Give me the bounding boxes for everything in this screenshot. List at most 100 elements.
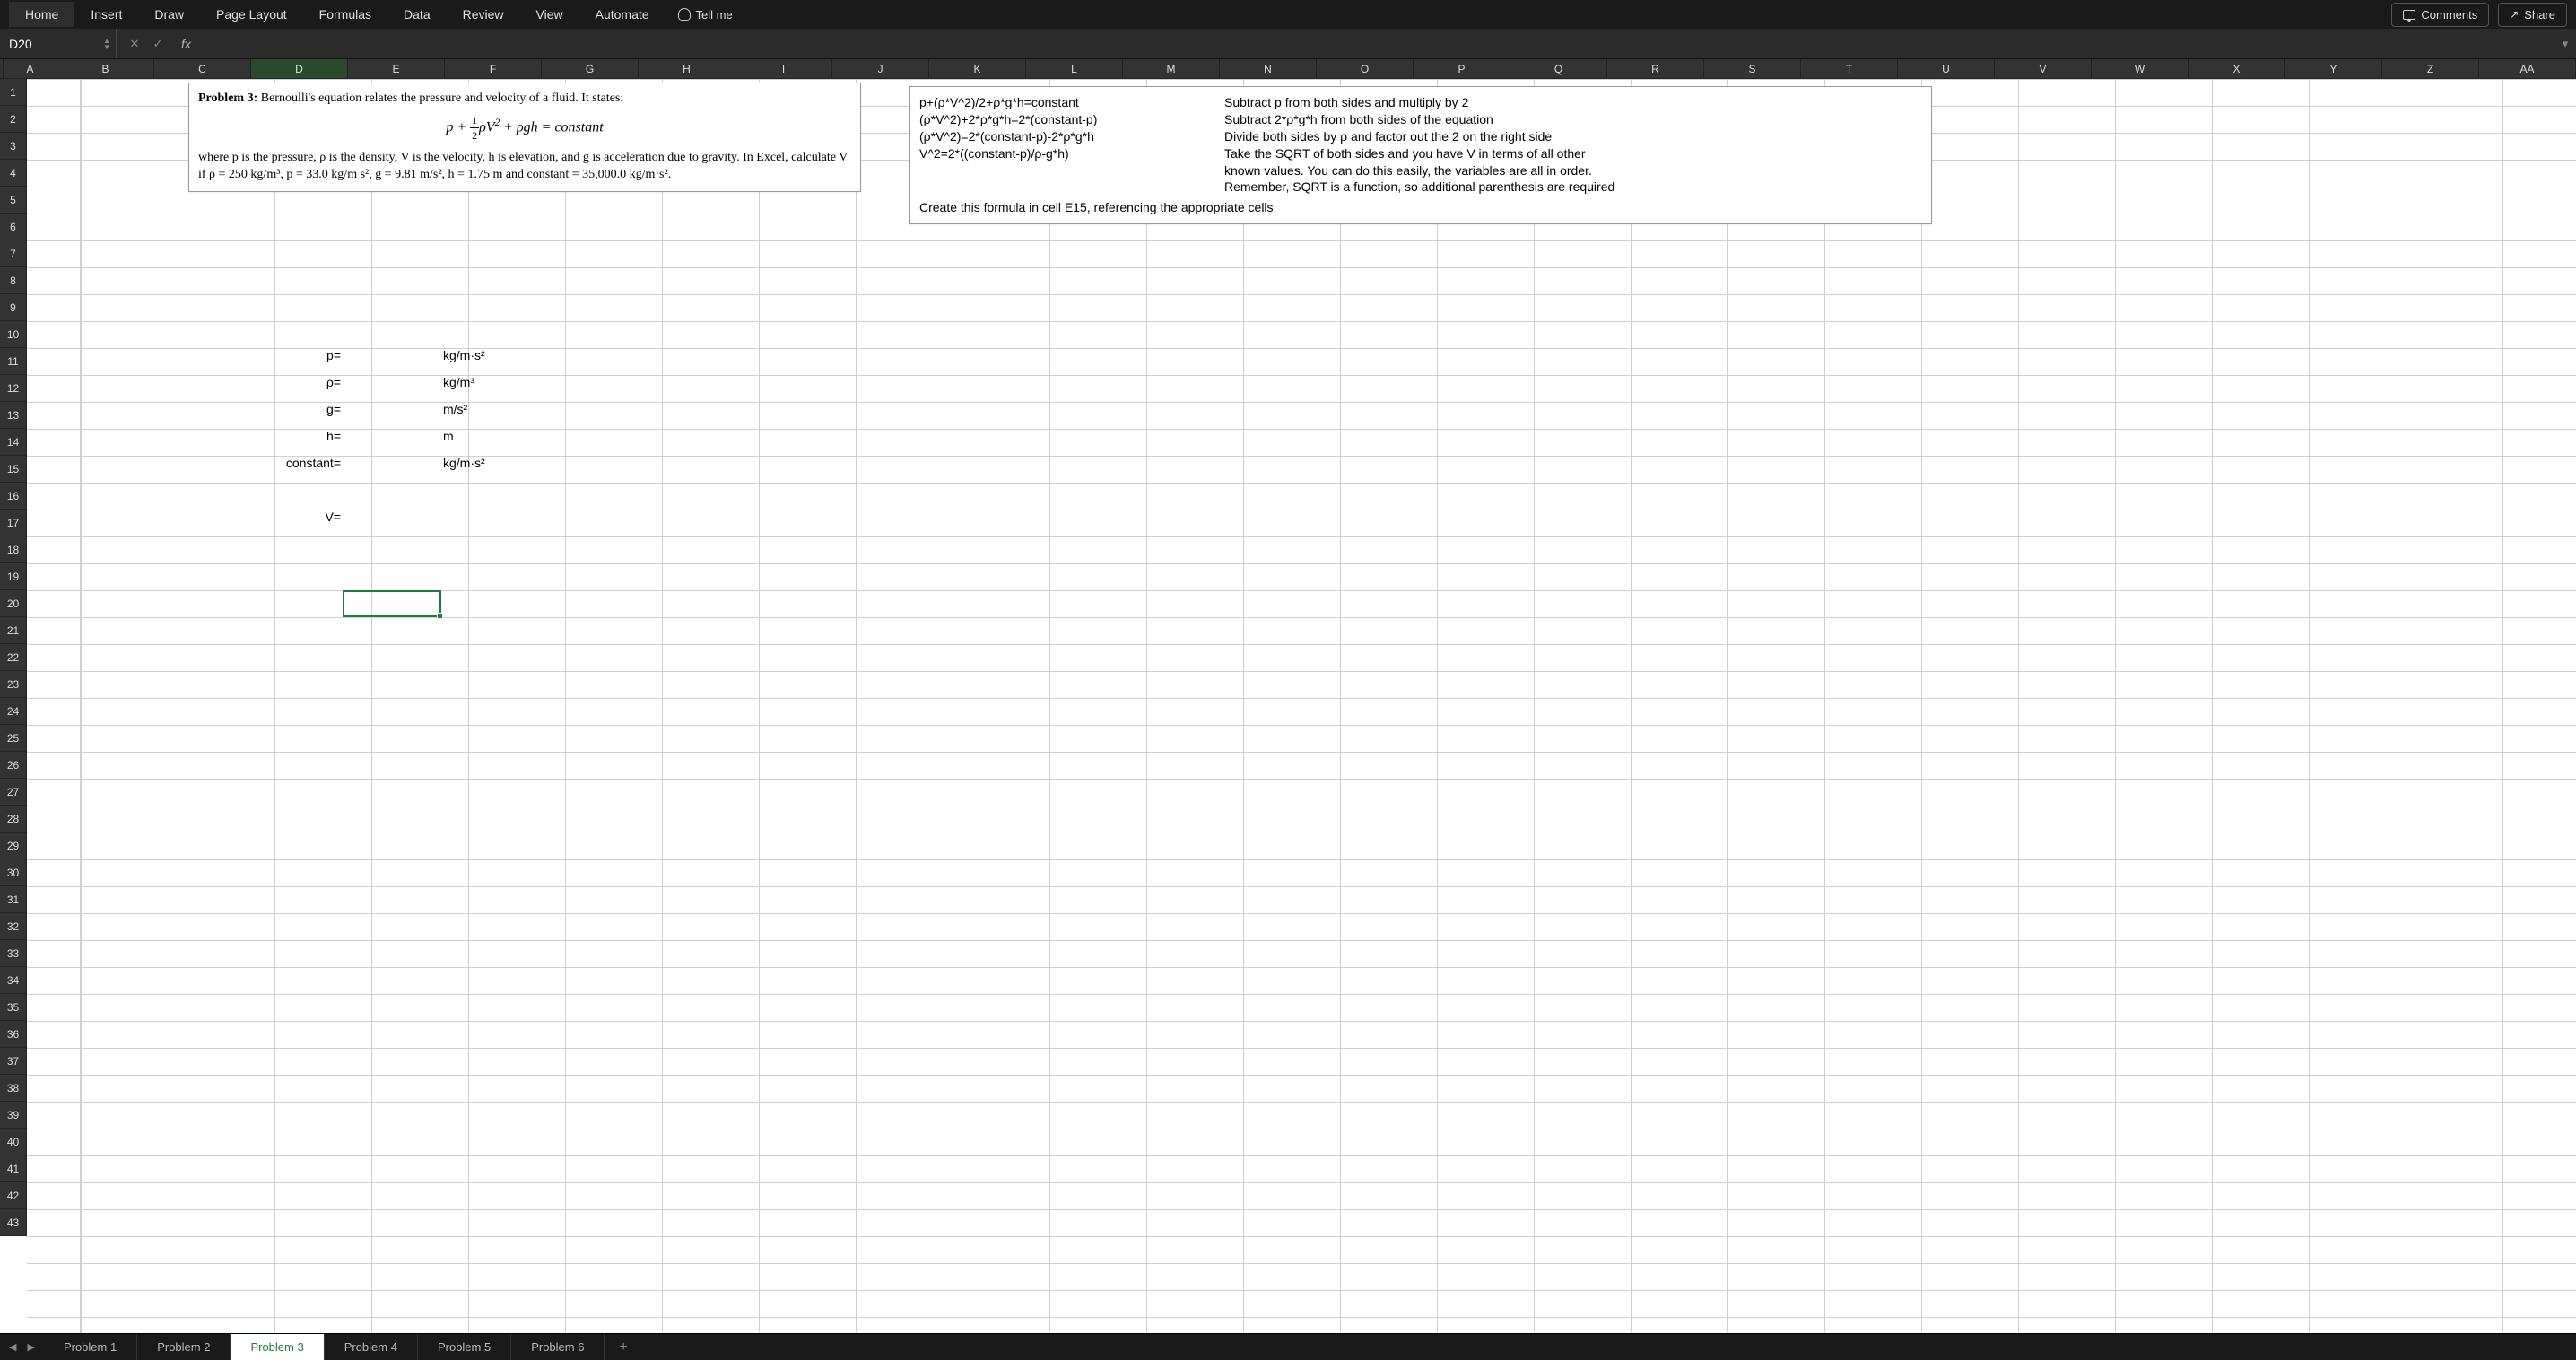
col-header-W[interactable]: W — [2092, 59, 2189, 78]
col-header-J[interactable]: J — [832, 59, 929, 78]
row-header-9[interactable]: 9 — [0, 294, 27, 321]
ribbon-tab-insert[interactable]: Insert — [74, 2, 138, 27]
col-header-S[interactable]: S — [1704, 59, 1801, 78]
comments-button[interactable]: Comments — [2391, 3, 2489, 27]
row-header-1[interactable]: 1 — [0, 79, 27, 106]
row-header-12[interactable]: 12 — [0, 375, 27, 402]
col-header-I[interactable]: I — [735, 59, 832, 78]
row-header-3[interactable]: 3 — [0, 133, 27, 160]
col-header-T[interactable]: T — [1801, 59, 1898, 78]
row-header-16[interactable]: 16 — [0, 483, 27, 510]
row-header-25[interactable]: 25 — [0, 725, 27, 752]
tab-nav-prev-icon[interactable]: ◀ — [9, 1341, 16, 1353]
row-header-8[interactable]: 8 — [0, 267, 27, 294]
row-header-40[interactable]: 40 — [0, 1129, 27, 1155]
ribbon-tab-automate[interactable]: Automate — [579, 2, 666, 27]
col-header-R[interactable]: R — [1607, 59, 1704, 78]
col-header-F[interactable]: F — [445, 59, 542, 78]
col-header-N[interactable]: N — [1220, 59, 1317, 78]
row-header-11[interactable]: 11 — [0, 348, 27, 375]
row-header-13[interactable]: 13 — [0, 402, 27, 429]
row-header-17[interactable]: 17 — [0, 510, 27, 536]
col-header-V[interactable]: V — [1995, 59, 2092, 78]
cancel-icon[interactable]: ✕ — [127, 37, 142, 51]
col-header-G[interactable]: G — [542, 59, 639, 78]
confirm-icon[interactable]: ✓ — [151, 37, 165, 51]
row-header-7[interactable]: 7 — [0, 240, 27, 267]
row-header-24[interactable]: 24 — [0, 698, 27, 725]
col-header-E[interactable]: E — [348, 59, 445, 78]
fx-label[interactable]: fx — [176, 37, 196, 51]
row-header-28[interactable]: 28 — [0, 806, 27, 833]
col-header-Q[interactable]: Q — [1510, 59, 1607, 78]
row-header-21[interactable]: 21 — [0, 617, 27, 644]
formula-bar-expand-icon[interactable]: ▾ — [2554, 37, 2576, 51]
cells-area[interactable]: Problem 3: Bernoulli's equation relates … — [27, 79, 2576, 1333]
col-header-L[interactable]: L — [1026, 59, 1123, 78]
row-header-36[interactable]: 36 — [0, 1021, 27, 1048]
col-header-H[interactable]: H — [639, 59, 735, 78]
name-box[interactable]: D20 ▲▼ — [0, 29, 117, 58]
col-header-AA[interactable]: AA — [2479, 59, 2576, 78]
row-header-5[interactable]: 5 — [0, 187, 27, 214]
row-header-41[interactable]: 41 — [0, 1155, 27, 1182]
col-header-K[interactable]: K — [929, 59, 1026, 78]
sheet-tab-problem-3[interactable]: Problem 3 — [231, 1334, 324, 1360]
row-header-30[interactable]: 30 — [0, 859, 27, 886]
sheet-tab-problem-1[interactable]: Problem 1 — [44, 1334, 137, 1360]
ribbon-tab-formulas[interactable]: Formulas — [303, 2, 387, 27]
row-header-35[interactable]: 35 — [0, 994, 27, 1021]
row-header-18[interactable]: 18 — [0, 536, 27, 563]
row-header-4[interactable]: 4 — [0, 160, 27, 187]
row-header-29[interactable]: 29 — [0, 833, 27, 859]
sheet-tab-problem-5[interactable]: Problem 5 — [418, 1334, 511, 1360]
row-header-31[interactable]: 31 — [0, 886, 27, 913]
row-header-43[interactable]: 43 — [0, 1209, 27, 1236]
row-header-10[interactable]: 10 — [0, 321, 27, 348]
ribbon-tab-review[interactable]: Review — [447, 2, 520, 27]
col-header-A[interactable]: A — [4, 59, 57, 78]
hint-textbox[interactable]: p+(ρ*V^2)/2+ρ*g*h=constantSubtract p fro… — [909, 86, 1932, 224]
ribbon-tab-view[interactable]: View — [520, 2, 579, 27]
row-header-15[interactable]: 15 — [0, 456, 27, 483]
row-header-19[interactable]: 19 — [0, 563, 27, 590]
ribbon-tab-home[interactable]: Home — [9, 2, 74, 27]
sheet-tab-problem-4[interactable]: Problem 4 — [325, 1334, 418, 1360]
name-box-arrows-icon[interactable]: ▲▼ — [103, 38, 110, 50]
add-sheet-button[interactable]: + — [605, 1334, 641, 1360]
row-header-39[interactable]: 39 — [0, 1102, 27, 1129]
col-header-M[interactable]: M — [1123, 59, 1220, 78]
col-header-X[interactable]: X — [2189, 59, 2285, 78]
row-header-34[interactable]: 34 — [0, 967, 27, 994]
col-header-C[interactable]: C — [154, 59, 251, 78]
col-header-P[interactable]: P — [1414, 59, 1510, 78]
row-header-20[interactable]: 20 — [0, 590, 27, 617]
row-header-14[interactable]: 14 — [0, 429, 27, 456]
col-header-B[interactable]: B — [57, 59, 154, 78]
ribbon-tab-data[interactable]: Data — [387, 2, 447, 27]
row-header-37[interactable]: 37 — [0, 1048, 27, 1075]
col-header-D[interactable]: D — [251, 59, 348, 78]
row-header-23[interactable]: 23 — [0, 671, 27, 698]
col-header-O[interactable]: O — [1317, 59, 1414, 78]
row-header-26[interactable]: 26 — [0, 752, 27, 779]
col-header-Y[interactable]: Y — [2285, 59, 2382, 78]
col-header-U[interactable]: U — [1898, 59, 1995, 78]
row-header-22[interactable]: 22 — [0, 644, 27, 671]
row-header-2[interactable]: 2 — [0, 106, 27, 133]
tab-nav-next-icon[interactable]: ▶ — [27, 1341, 34, 1353]
ribbon-tab-draw[interactable]: Draw — [138, 2, 200, 27]
row-header-27[interactable]: 27 — [0, 779, 27, 806]
row-header-32[interactable]: 32 — [0, 913, 27, 940]
problem-textbox[interactable]: Problem 3: Bernoulli's equation relates … — [188, 83, 861, 192]
row-header-42[interactable]: 42 — [0, 1182, 27, 1209]
share-button[interactable]: Share — [2498, 3, 2567, 27]
row-header-38[interactable]: 38 — [0, 1075, 27, 1102]
row-header-6[interactable]: 6 — [0, 214, 27, 240]
row-header-33[interactable]: 33 — [0, 940, 27, 967]
sheet-tab-problem-6[interactable]: Problem 6 — [511, 1334, 605, 1360]
ribbon-tab-page-layout[interactable]: Page Layout — [200, 2, 303, 27]
formula-input[interactable] — [196, 29, 2554, 58]
tell-me[interactable]: Tell me — [666, 2, 745, 27]
col-header-Z[interactable]: Z — [2382, 59, 2479, 78]
